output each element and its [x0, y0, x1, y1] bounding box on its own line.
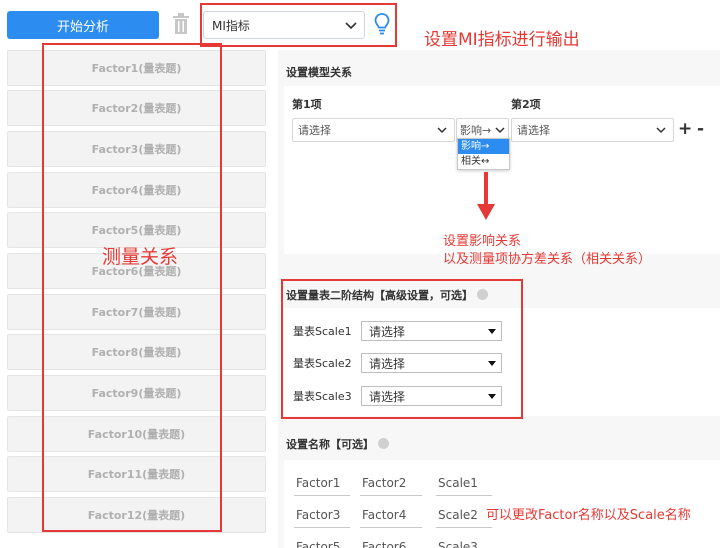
name-input[interactable]: Scale2	[436, 508, 492, 528]
trash-icon[interactable]	[172, 13, 190, 35]
name-input[interactable]: Factor1	[294, 476, 350, 496]
item2-label: 第2项	[511, 98, 541, 111]
chevron-down-icon	[437, 127, 447, 134]
name-input[interactable]: Factor2	[360, 476, 422, 496]
relation-option[interactable]: 影响→	[458, 139, 509, 154]
name-input[interactable]: Factor6	[360, 540, 422, 548]
name-input[interactable]: Factor5	[294, 540, 350, 548]
measure-annotation: 测量关系	[102, 246, 179, 268]
scale-highlight-box	[281, 279, 523, 419]
measure-highlight-box	[42, 43, 222, 532]
arrow-down-icon	[477, 172, 495, 220]
effect-annotation-line2: 以及测量项协方差关系（相关关系）	[443, 252, 652, 267]
relation-option[interactable]: 相关↔	[458, 154, 509, 169]
item2-select[interactable]: 请选择	[511, 118, 674, 142]
relation-select-value: 影响→	[460, 124, 492, 137]
relation-dropdown: 影响→ 相关↔	[457, 138, 510, 170]
name-input[interactable]: Factor4	[360, 508, 422, 528]
naming-section-title: 设置名称【可选】	[286, 436, 389, 452]
help-icon[interactable]	[378, 438, 389, 449]
metric-annotation: 设置MI指标进行输出	[424, 30, 580, 50]
naming-section-title-text: 设置名称【可选】	[286, 438, 374, 451]
name-input[interactable]: Scale3	[436, 540, 492, 548]
item2-select-value: 请选择	[517, 124, 550, 137]
model-section-title: 设置模型关系	[286, 66, 352, 79]
item1-select-value: 请选择	[298, 124, 331, 137]
start-analysis-button[interactable]: 开始分析	[7, 11, 159, 39]
effect-annotation-line1: 设置影响关系	[443, 234, 522, 249]
name-input[interactable]: Scale1	[436, 476, 492, 496]
item1-select[interactable]: 请选择	[292, 118, 455, 142]
item1-label: 第1项	[292, 98, 322, 111]
remove-relation-button[interactable]: -	[697, 119, 704, 139]
name-input[interactable]: Factor3	[294, 508, 350, 528]
model-relation-area	[284, 86, 720, 254]
add-relation-button[interactable]: +	[678, 119, 692, 139]
chevron-down-icon	[495, 127, 505, 134]
rename-annotation: 可以更改Factor名称以及Scale名称	[486, 508, 691, 523]
metric-highlight-box	[200, 3, 397, 47]
chevron-down-icon	[656, 127, 666, 134]
